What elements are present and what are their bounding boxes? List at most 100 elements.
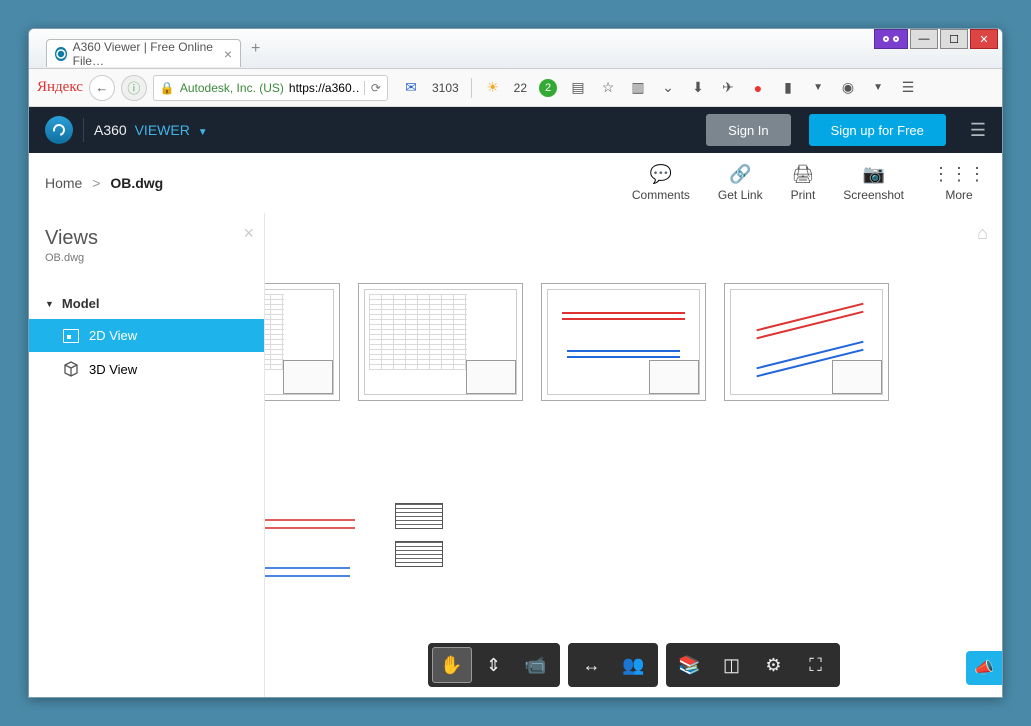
close-panel-icon[interactable]: ×	[243, 223, 254, 244]
tree-leaf-2d[interactable]: 2D View	[29, 319, 264, 352]
view3d-label: 3D View	[89, 362, 137, 377]
dot-icon[interactable]: ●	[749, 79, 767, 97]
getlink-label: Get Link	[718, 188, 763, 202]
a360-logo-icon[interactable]	[45, 116, 73, 144]
mail-count: 3103	[432, 81, 459, 95]
identity-button[interactable]: ⓘ	[121, 75, 147, 101]
more-addr-icon[interactable]: ▼	[809, 79, 827, 97]
url-input[interactable]	[289, 81, 359, 95]
screenshot-tool[interactable]: 📷 Screenshot	[843, 164, 904, 202]
link-icon: 🔗	[729, 164, 751, 185]
list-icon[interactable]: ▥	[629, 79, 647, 97]
badge-icon[interactable]: 2	[539, 79, 557, 97]
comments-icon: 💬	[650, 164, 672, 185]
comments-label: Comments	[632, 188, 690, 202]
chevron-down-icon: ▼	[198, 127, 208, 138]
measure-button[interactable]: ↔	[572, 647, 612, 683]
drawing-row-1	[265, 283, 889, 401]
pan-button[interactable]: ✋	[432, 647, 472, 683]
pocket-icon[interactable]: ⌄	[659, 79, 677, 97]
getlink-tool[interactable]: 🔗 Get Link	[718, 164, 763, 202]
nav-back-button[interactable]: ←	[89, 75, 115, 101]
cert-org: Autodesk, Inc. (US)	[180, 81, 284, 95]
tab-close-icon[interactable]: ×	[224, 46, 232, 62]
properties-button[interactable]: ◫	[712, 647, 752, 683]
battery-icon[interactable]: ▮	[779, 79, 797, 97]
breadcrumb-current: OB.dwg	[110, 175, 163, 191]
settings-button[interactable]: ⚙	[754, 647, 794, 683]
views-tree: Model 2D View 3D View	[29, 288, 264, 386]
mail-icon[interactable]: ✉	[402, 79, 420, 97]
camera-button[interactable]: 📹	[516, 647, 556, 683]
layers-button[interactable]: 📚	[670, 647, 710, 683]
comments-tool[interactable]: 💬 Comments	[632, 164, 690, 202]
tab-title: A360 Viewer | Free Online File…	[73, 40, 218, 68]
browser-titlebar: A360 Viewer | Free Online File… × + — ☐ …	[29, 29, 1002, 69]
send-icon[interactable]: ✈	[719, 79, 737, 97]
tree-leaf-3d[interactable]: 3D View	[29, 352, 264, 386]
drawing-thumb[interactable]	[265, 283, 340, 401]
fullscreen-button[interactable]: ⛶	[796, 647, 836, 683]
url-box[interactable]: 🔒 Autodesk, Inc. (US) ⟳	[153, 75, 388, 101]
views-filename: OB.dwg	[45, 252, 248, 264]
reload-icon[interactable]: ⟳	[364, 81, 381, 95]
section-button[interactable]: 👥	[614, 647, 654, 683]
settings-group: 📚 ◫ ⚙ ⛶	[666, 643, 840, 687]
new-tab-button[interactable]: +	[251, 40, 260, 58]
bookmark-icon[interactable]: ☆	[599, 79, 617, 97]
maximize-button[interactable]: ☐	[940, 29, 968, 49]
drawing-thumb[interactable]	[265, 473, 385, 623]
window-close-button[interactable]: ✕	[970, 29, 998, 49]
drawing-thumb[interactable]	[541, 283, 706, 401]
play-icon[interactable]: ◉	[839, 79, 857, 97]
viewer-toolbar: ✋ ⇕ 📹 ↔ 👥 📚 ◫ ⚙ ⛶	[428, 643, 840, 687]
signin-button[interactable]: Sign In	[706, 114, 790, 146]
breadcrumb-sep: >	[92, 175, 100, 191]
doc-toolbar: Home > OB.dwg 💬 Comments 🔗 Get Link 🖨 Print…	[29, 153, 1002, 213]
brand-separator	[83, 118, 84, 142]
app-header: A360 VIEWER ▼ Sign In Sign up for Free ☰	[29, 107, 1002, 153]
brand-label[interactable]: A360 VIEWER ▼	[94, 122, 208, 138]
signup-button[interactable]: Sign up for Free	[809, 114, 946, 146]
browser-tab[interactable]: A360 Viewer | Free Online File… ×	[46, 39, 241, 67]
screenshot-label: Screenshot	[843, 188, 904, 202]
vpn-button[interactable]	[874, 29, 908, 49]
breadcrumb: Home > OB.dwg	[45, 175, 163, 191]
drawing-thumb[interactable]	[358, 283, 523, 401]
drawing-thumb[interactable]	[724, 283, 889, 401]
tree-node-model[interactable]: Model	[29, 288, 264, 319]
minimize-button[interactable]: —	[910, 29, 938, 49]
viewer-canvas[interactable]: ⌂	[265, 213, 1002, 697]
home-view-icon[interactable]: ⌂	[977, 223, 988, 244]
download-icon[interactable]: ⬇	[689, 79, 707, 97]
reader-icon[interactable]: ▤	[569, 79, 587, 97]
search-provider-label[interactable]: Яндекс	[37, 79, 83, 96]
more-tool[interactable]: ⋮⋮⋮More	[932, 164, 986, 202]
menu-icon[interactable]: ☰	[899, 79, 917, 97]
weather-icon[interactable]: ☀	[484, 79, 502, 97]
views-panel: × Views OB.dwg Model 2D View 3D View	[29, 213, 265, 697]
feedback-button[interactable]: 📣	[966, 651, 1002, 685]
brand-name: A360	[94, 122, 127, 138]
drawing-thumb[interactable]	[395, 503, 443, 529]
window-controls: — ☐ ✕	[874, 29, 998, 49]
print-label: Print	[791, 188, 816, 202]
print-tool[interactable]: 🖨 Print	[791, 164, 816, 202]
view3d-icon	[63, 361, 79, 377]
browser-window: A360 Viewer | Free Online File… × + — ☐ …	[28, 28, 1003, 698]
toolbar-icons: ✉ 3103 ☀ 22 2 ▤ ☆ ▥ ⌄ ⬇ ✈ ● ▮ ▼ ◉ ▼ ☰	[402, 78, 917, 98]
print-icon: 🖨	[792, 164, 815, 185]
nav-group: ✋ ⇕ 📹	[428, 643, 560, 687]
view2d-icon	[63, 329, 79, 343]
model-label: Model	[62, 296, 100, 311]
doc-tools: 💬 Comments 🔗 Get Link 🖨 Print 📷 Screenshot ⋮…	[632, 164, 986, 202]
drawing-thumb[interactable]	[395, 541, 443, 567]
camera-icon: 📷	[862, 164, 884, 185]
more-label: More	[945, 188, 972, 202]
fit-button[interactable]: ⇕	[474, 647, 514, 683]
app-menu-icon[interactable]: ☰	[970, 120, 986, 141]
overflow-icon[interactable]: ▼	[869, 79, 887, 97]
content-area: × Views OB.dwg Model 2D View 3D View ⌂	[29, 213, 1002, 697]
breadcrumb-home[interactable]: Home	[45, 175, 82, 191]
lock-icon: 🔒	[160, 81, 175, 95]
